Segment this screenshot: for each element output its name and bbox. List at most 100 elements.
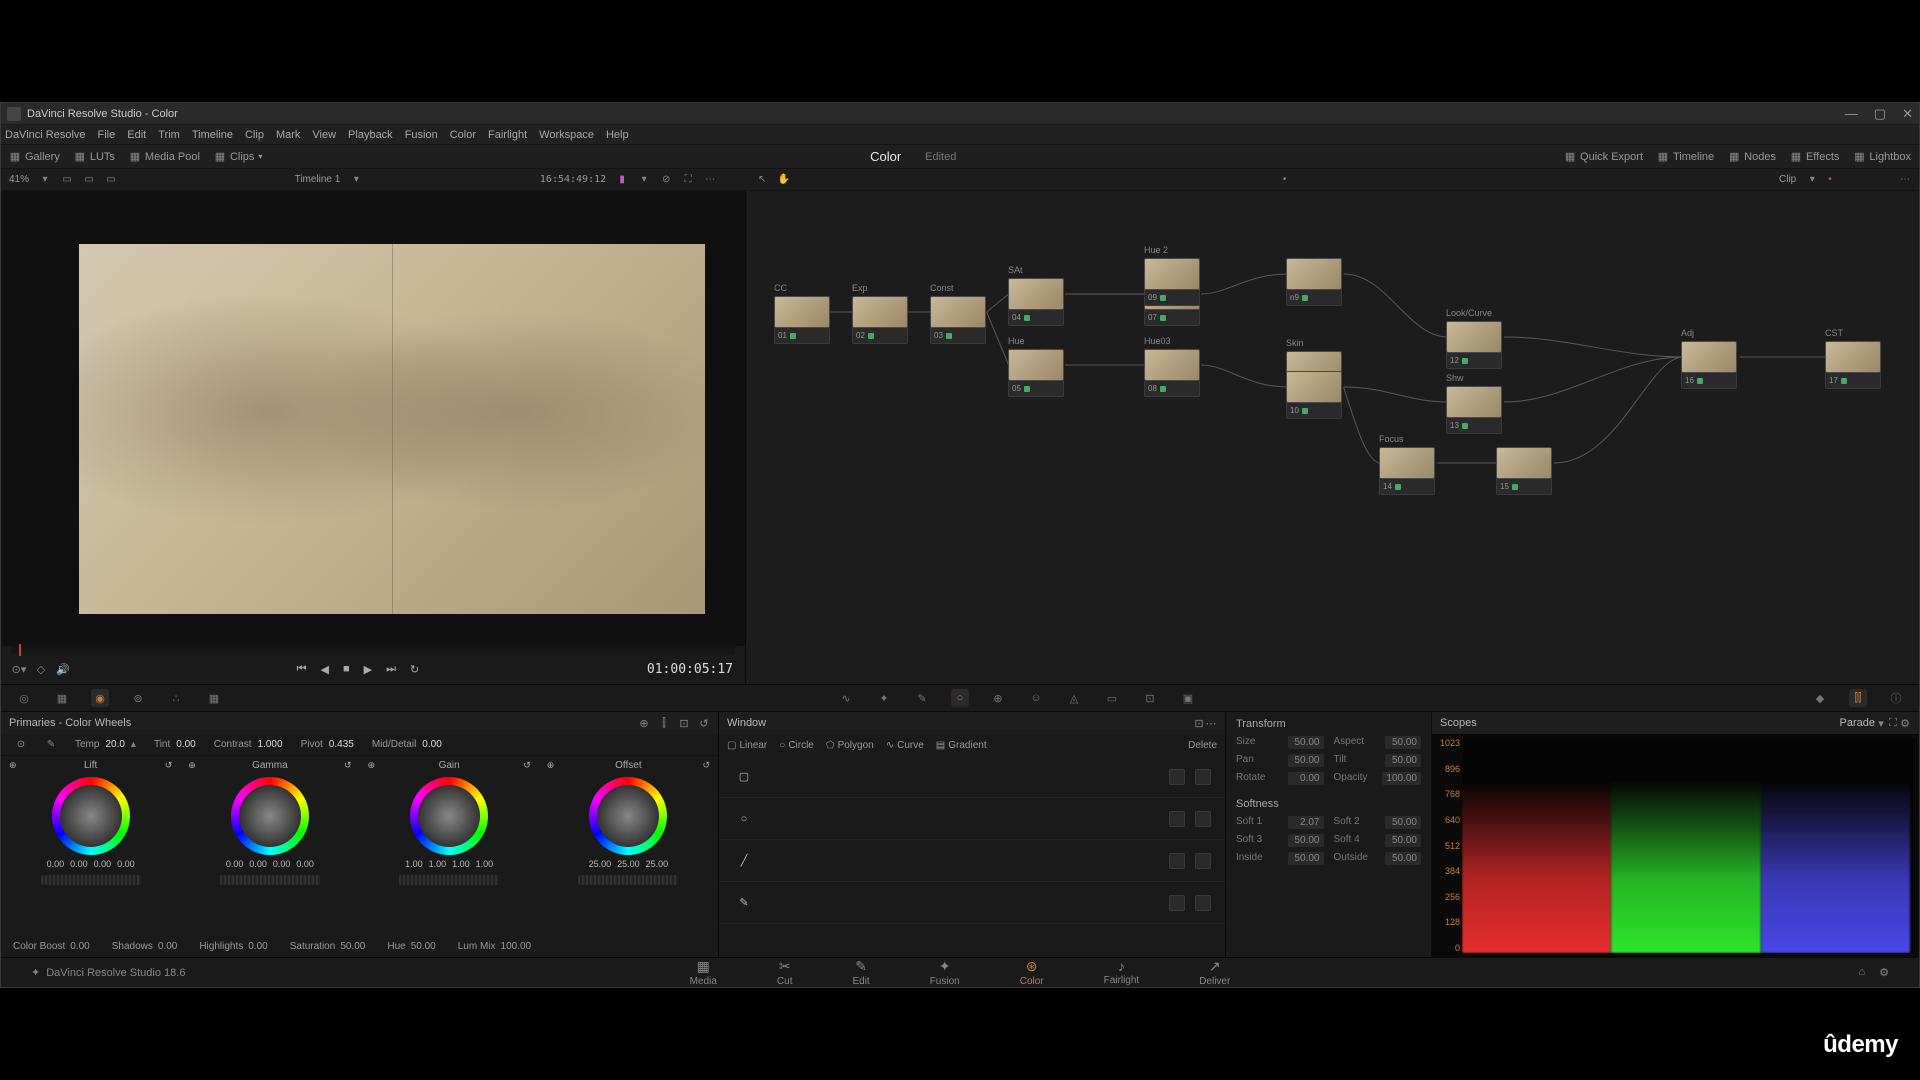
keyframes-icon[interactable]: ◆ <box>1811 689 1829 707</box>
home-icon[interactable]: ⌂ <box>1858 966 1865 979</box>
window-shape-rect[interactable]: ▢ <box>719 756 1225 798</box>
invert-toggle[interactable] <box>1169 853 1185 869</box>
gain-colorwheel[interactable] <box>410 777 488 855</box>
soft 1-value[interactable]: 2.07 <box>1288 816 1324 829</box>
clips-button[interactable]: ▦Clips▾ <box>214 151 262 163</box>
menu-edit[interactable]: Edit <box>127 129 146 141</box>
node-02[interactable]: Exp02 <box>852 296 908 344</box>
view-enhanced-icon[interactable]: ▭ <box>105 174 117 186</box>
stop-button[interactable]: ■ <box>343 663 350 676</box>
page-tab-fusion[interactable]: ✦Fusion <box>920 956 970 989</box>
rgb-mixer-icon[interactable]: ∴ <box>167 689 185 707</box>
scopes-mode[interactable]: Parade <box>1840 717 1875 729</box>
playhead[interactable] <box>19 644 21 656</box>
reset-icon[interactable]: ↺ <box>698 717 710 729</box>
go-start-button[interactable]: ⏮ <box>297 663 307 676</box>
chevron-down-icon[interactable]: ▾ <box>350 174 362 186</box>
menu-playback[interactable]: Playback <box>348 129 393 141</box>
menu-workspace[interactable]: Workspace <box>539 129 594 141</box>
lightbox-button[interactable]: ▦Lightbox <box>1853 151 1911 163</box>
expand-icon[interactable]: ⛶ <box>682 174 694 186</box>
invert-toggle[interactable] <box>1169 769 1185 785</box>
node-01[interactable]: CC01 <box>774 296 830 344</box>
node-17[interactable]: CST17 <box>1825 341 1881 389</box>
invert-toggle[interactable] <box>1169 811 1185 827</box>
marker-icon[interactable]: ◇ <box>35 663 47 675</box>
gain-jog[interactable] <box>399 875 499 885</box>
flag-icon[interactable]: ▮ <box>616 174 628 186</box>
middetail-value[interactable]: 0.00 <box>422 739 441 750</box>
chevron-down-icon[interactable]: ▾ <box>638 174 650 186</box>
loop-button[interactable]: ↻ <box>410 663 419 676</box>
mask-toggle[interactable] <box>1195 811 1211 827</box>
saturation-value[interactable]: 50.00 <box>340 941 365 952</box>
window-shape-line[interactable]: ╱ <box>719 840 1225 882</box>
color-match-icon[interactable]: ▦ <box>53 689 71 707</box>
lift-colorwheel[interactable] <box>52 777 130 855</box>
key-icon[interactable]: ▭ <box>1103 689 1121 707</box>
menu-fairlight[interactable]: Fairlight <box>488 129 527 141</box>
viewer-canvas[interactable] <box>79 244 705 614</box>
qualifier-icon[interactable]: ✎ <box>913 689 931 707</box>
node-08[interactable]: Hue0308 <box>1144 349 1200 397</box>
highlights-value[interactable]: 0.00 <box>248 941 267 952</box>
3d-icon[interactable]: ▣ <box>1179 689 1197 707</box>
node-13[interactable]: Shw13 <box>1446 386 1502 434</box>
options-icon[interactable]: ⊙▾ <box>13 663 25 675</box>
more-icon[interactable]: ⋯ <box>1899 174 1911 186</box>
soft 2-value[interactable]: 50.00 <box>1385 816 1421 829</box>
nodes-button[interactable]: ▦Nodes <box>1728 151 1776 163</box>
menu-fusion[interactable]: Fusion <box>405 129 438 141</box>
gallery-button[interactable]: ▦Gallery <box>9 151 60 163</box>
menu-trim[interactable]: Trim <box>158 129 180 141</box>
chevron-down-icon[interactable]: ▾ <box>39 174 51 186</box>
more-icon[interactable]: ⋯ <box>1205 717 1217 729</box>
quick-export-button[interactable]: ▦Quick Export <box>1564 151 1643 163</box>
contrast-value[interactable]: 1.000 <box>258 739 283 750</box>
scopes-icon[interactable]: ⫿⫿ <box>1849 689 1867 707</box>
pan-value[interactable]: 50.00 <box>1288 754 1324 767</box>
tint-value[interactable]: 0.00 <box>176 739 195 750</box>
mini-timeline[interactable] <box>11 646 735 654</box>
node-15[interactable]: 15 <box>1496 447 1552 495</box>
lift-jog[interactable] <box>41 875 141 885</box>
mask-toggle[interactable] <box>1195 769 1211 785</box>
inside-value[interactable]: 50.00 <box>1288 852 1324 865</box>
shadows-value[interactable]: 0.00 <box>158 941 177 952</box>
node-05[interactable]: Hue05 <box>1008 349 1064 397</box>
temp-value[interactable]: 20.0 <box>105 739 124 750</box>
menu-davinci-resolve[interactable]: DaVinci Resolve <box>5 129 86 141</box>
play-button[interactable]: ▶ <box>364 663 372 676</box>
page-tab-media[interactable]: ▦Media <box>680 956 727 989</box>
aspect-value[interactable]: 50.00 <box>1385 736 1421 749</box>
timeline-button[interactable]: ▦Timeline <box>1657 151 1714 163</box>
mask-toggle[interactable] <box>1195 895 1211 911</box>
page-tab-cut[interactable]: ✂Cut <box>767 956 803 989</box>
node-14[interactable]: Focus14 <box>1379 447 1435 495</box>
bypass-icon[interactable]: ⊘ <box>660 174 672 186</box>
curves-icon[interactable]: ∿ <box>837 689 855 707</box>
window-shape-pen[interactable]: ✎ <box>719 882 1225 924</box>
sizing-icon[interactable]: ⊡ <box>1141 689 1159 707</box>
camera-raw-icon[interactable]: ◎ <box>15 689 33 707</box>
expand-icon[interactable]: ⛶ <box>1887 717 1899 729</box>
effects-button[interactable]: ▦Effects <box>1790 151 1839 163</box>
view-single-icon[interactable]: ▭ <box>61 174 73 186</box>
viewer-zoom[interactable]: 41% <box>9 174 29 185</box>
magic-mask-icon[interactable]: ☺ <box>1027 689 1045 707</box>
shape-polygon-button[interactable]: ⬠Polygon <box>826 740 874 751</box>
minimize-button[interactable]: — <box>1845 106 1858 122</box>
delete-button[interactable]: Delete <box>1188 740 1217 751</box>
menu-color[interactable]: Color <box>450 129 476 141</box>
menu-view[interactable]: View <box>312 129 336 141</box>
opacity-value[interactable]: 100.00 <box>1382 772 1421 785</box>
invert-toggle[interactable] <box>1169 895 1185 911</box>
chevron-down-icon[interactable]: ▾ <box>1875 717 1887 729</box>
tracker-icon[interactable]: ⊕ <box>989 689 1007 707</box>
hue-value[interactable]: 50.00 <box>411 941 436 952</box>
menu-timeline[interactable]: Timeline <box>192 129 233 141</box>
viewer-timecode[interactable]: 01:00:05:17 <box>647 662 733 677</box>
page-tab-edit[interactable]: ✎Edit <box>842 956 879 989</box>
node-09[interactable]: Hue 209 <box>1144 258 1200 306</box>
media-pool-button[interactable]: ▦Media Pool <box>129 151 200 163</box>
